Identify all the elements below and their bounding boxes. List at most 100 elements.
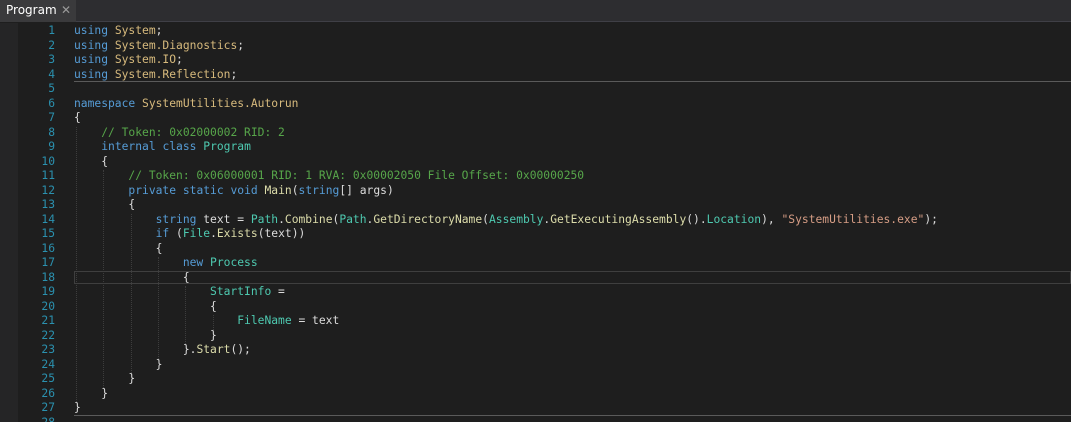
line-number: 20 [41,299,55,313]
code-token: ( [291,183,299,197]
line-number: 11 [41,169,55,182]
code-token: Main [264,183,292,197]
editor-margin [0,23,18,422]
code-token: } [74,328,217,342]
code-token: } [74,372,136,385]
code-token: Assembly [488,212,544,226]
code-token: = text [291,314,340,327]
code-text: using System.IO; [74,53,183,67]
code-token: Process [210,256,258,269]
code-token: } [74,386,109,400]
code-text: private static void Main(string[] args) [74,183,393,198]
line-number: 9 [48,140,55,153]
code-token: System [114,24,156,37]
code-token: // Token: 0x02000002 RID: 2 [101,125,285,139]
code-token: string [155,212,197,226]
code-token: Path [250,212,279,226]
tab-program[interactable]: Program ✕ [0,0,76,22]
line-number: 27 [41,401,55,414]
code-text: if (File.Exists(text)) [74,227,306,241]
line-number: 10 [41,154,55,168]
line-number: 22 [41,328,55,342]
code-line: 4 using System.Reflection; [18,68,1071,82]
code-token: string [298,183,340,197]
code-token: if [155,227,170,240]
code-token: private [128,183,177,197]
code-text: new Process [74,256,258,270]
code-text: } [74,329,217,343]
code-line: 17 new Process [18,256,1071,270]
block-separator [74,414,1071,416]
code-text: { [74,155,108,169]
code-line: 13 { [18,198,1071,212]
indent-guide [130,213,132,373]
code-token: void [230,183,258,197]
code-token: FileName [237,314,292,327]
code-token: static [182,183,224,197]
code-line: 15 if (File.Exists(text)) [18,227,1071,241]
code-token: File [182,227,211,240]
code-token: (); [230,343,251,356]
close-icon[interactable]: ✕ [61,3,71,17]
code-line: 24 } [18,358,1071,372]
line-number: 8 [48,125,55,139]
code-token: SystemUtilities.Autorun [142,96,299,110]
code-text: } [74,358,163,372]
line-number: 17 [41,256,55,269]
line-number: 16 [41,241,55,255]
tab-bar: Program ✕ [0,0,1071,22]
code-token: using [74,53,109,66]
code-text: // Token: 0x02000002 RID: 2 [74,126,285,140]
code-token: { [74,198,136,211]
code-line: 2 using System.Diagnostics; [18,39,1071,53]
indent-guide [185,286,187,344]
code-line: 20 { [18,300,1071,314]
line-number: 2 [48,38,55,52]
code-line: 25 } [18,372,1071,386]
code-token: System.IO [114,53,177,66]
code-token: } [74,401,81,414]
current-line-highlight [74,270,1071,284]
code-token: Path [339,212,367,226]
code-text: { [74,242,163,256]
code-token: new [182,256,204,269]
code-token: System.Diagnostics [114,38,238,52]
code-line: 5 [18,82,1071,96]
code-line: 21 FileName = text [18,314,1071,328]
code-token: { [74,299,217,313]
code-line: 19 StartInfo = [18,285,1071,299]
code-line: 12 private static void Main(string[] arg… [18,184,1071,198]
code-text: using System.Reflection; [74,68,237,82]
code-editor[interactable]: 1 using System; 2 using System.Diagnostics;… [18,23,1071,422]
code-token: System.Reflection [114,67,231,81]
line-number: 7 [48,111,55,124]
line-number: 4 [48,67,55,81]
code-token: using [74,38,109,52]
line-number: 15 [41,227,55,240]
code-token: internal [101,140,156,153]
code-token: "SystemUtilities.exe" [781,212,925,226]
code-line: 6 namespace SystemUtilities.Autorun [18,97,1071,111]
code-token: GetExecutingAssembly [550,212,687,226]
code-text: } [74,372,135,386]
code-token: Start [196,343,231,356]
line-number: 1 [48,24,55,37]
code-line: 3 using System.IO; [18,53,1071,67]
code-line: 27} [18,401,1071,415]
code-line: 8 // Token: 0x02000002 RID: 2 [18,126,1071,140]
code-text: { [74,198,135,212]
code-text: // Token: 0x06000001 RID: 1 RVA: 0x00002… [74,169,584,183]
code-token: // Token: 0x06000001 RID: 1 RVA: 0x00002… [128,169,585,182]
code-token: ( [482,212,489,226]
code-text: string text = Path.Combine(Path.GetDirec… [74,213,938,227]
code-text: internal class Program [74,140,251,154]
code-text: { [74,300,217,314]
code-line: 9 internal class Program [18,140,1071,154]
